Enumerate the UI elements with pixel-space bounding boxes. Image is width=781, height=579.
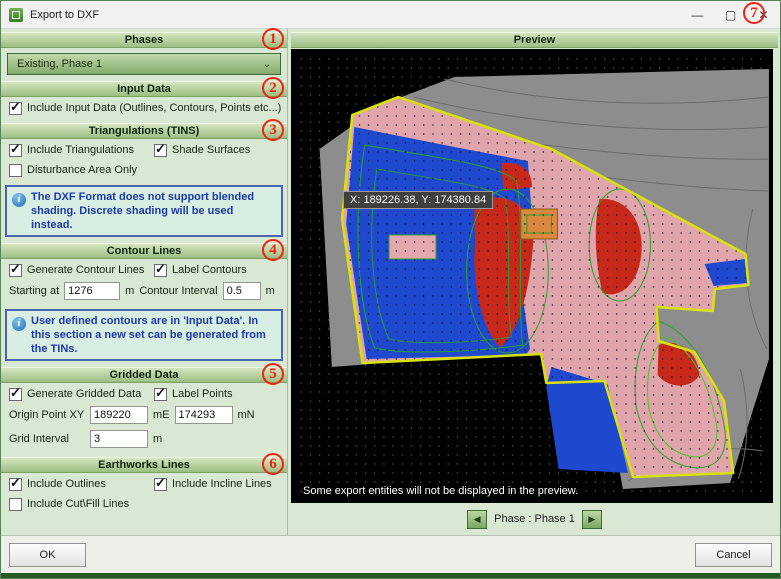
contour-interval-input[interactable]: [223, 282, 261, 300]
include-triangulations-checkbox[interactable]: [9, 144, 22, 157]
preview-panel: Preview: [289, 29, 780, 535]
phases-section-title: Phases: [125, 34, 164, 46]
annotation-3: 3: [262, 119, 284, 141]
window-controls: — ▢ ✕: [681, 1, 780, 28]
triangulations-row-2: Disturbance Area Only: [1, 159, 287, 179]
earthworks-section-header: Earthworks Lines 6: [1, 457, 287, 473]
include-cutfill-lines-checkbox[interactable]: [9, 498, 22, 511]
origin-point-row: Origin Point XY mE mN: [1, 403, 287, 427]
origin-y-input[interactable]: [175, 406, 233, 424]
label-points-checkbox[interactable]: [154, 388, 167, 401]
annotation-7: 7: [743, 2, 765, 24]
preview-note: Some export entities will not be display…: [303, 485, 578, 497]
include-input-data-checkbox[interactable]: [9, 102, 22, 115]
shading-info-box: i The DXF Format does not support blende…: [5, 185, 283, 237]
grid-interval-label: Grid Interval: [9, 432, 85, 446]
annotation-4: 4: [262, 239, 284, 261]
earthworks-section-title: Earthworks Lines: [98, 459, 190, 471]
window-bottom-edge: [1, 573, 780, 578]
contour-row-2: Starting at m Contour Interval m: [1, 279, 287, 303]
earthworks-row-2: Include Cut\Fill Lines: [1, 493, 287, 513]
phase-dropdown[interactable]: Existing, Phase 1 ⌄: [7, 53, 281, 75]
include-input-data-label: Include Input Data (Outlines, Contours, …: [27, 101, 281, 115]
origin-y-unit: mN: [238, 408, 255, 422]
coordinate-tooltip: X: 189226.38, Y: 174380.84: [343, 191, 493, 209]
annotation-1: 1: [262, 28, 284, 50]
contour-lines-section-title: Contour Lines: [107, 245, 182, 257]
include-input-data-row: Include Input Data (Outlines, Contours, …: [1, 97, 287, 117]
input-data-section-header: Input Data 2: [1, 81, 287, 97]
maximize-icon[interactable]: ▢: [714, 1, 747, 28]
prev-phase-icon[interactable]: ◀: [467, 510, 487, 529]
contours-info-box: i User defined contours are in 'Input Da…: [5, 309, 283, 361]
shading-info-text: The DXF Format does not support blended …: [31, 190, 276, 232]
app-icon: [9, 8, 23, 22]
shade-surfaces-label: Shade Surfaces: [172, 143, 250, 157]
include-triangulations-label: Include Triangulations: [27, 143, 134, 157]
minimize-icon[interactable]: —: [681, 1, 714, 28]
preview-section-title: Preview: [514, 34, 556, 46]
input-data-section-title: Input Data: [117, 83, 171, 95]
window-title: Export to DXF: [30, 9, 99, 21]
triangulations-section-header: Triangulations (TINS) 3: [1, 123, 287, 139]
preview-map[interactable]: [291, 49, 773, 503]
settings-panel: Phases 1 Existing, Phase 1 ⌄ Input Data …: [1, 29, 288, 535]
phase-navigation: ◀ Phase : Phase 1 ▶: [289, 509, 780, 529]
annotation-5: 5: [262, 363, 284, 385]
include-outlines-label: Include Outlines: [27, 477, 106, 491]
triangulations-section-title: Triangulations (TINS): [89, 125, 200, 137]
phase-nav-label: Phase : Phase 1: [494, 513, 575, 525]
gridded-data-section-header: Gridded Data 5: [1, 367, 287, 383]
titlebar: Export to DXF — ▢ ✕: [1, 1, 780, 29]
chevron-down-icon: ⌄: [263, 59, 271, 70]
contour-row-1: Generate Contour Lines Label Contours: [1, 259, 287, 279]
generate-gridded-data-checkbox[interactable]: [9, 388, 22, 401]
ok-button[interactable]: OK: [9, 543, 86, 567]
annotation-2: 2: [262, 77, 284, 99]
cancel-button[interactable]: Cancel: [695, 543, 772, 567]
contour-lines-section-header: Contour Lines 4: [1, 243, 287, 259]
export-to-dxf-dialog: Export to DXF — ▢ ✕ 7 Phases 1 Existing,…: [0, 0, 781, 579]
include-incline-lines-checkbox[interactable]: [154, 478, 167, 491]
disturbance-area-only-label: Disturbance Area Only: [27, 163, 137, 177]
next-phase-icon[interactable]: ▶: [582, 510, 602, 529]
phases-section-header: Phases 1: [1, 32, 287, 48]
grid-interval-unit: m: [153, 432, 162, 446]
starting-at-unit: m: [125, 284, 134, 298]
disturbance-area-only-checkbox[interactable]: [9, 164, 22, 177]
origin-x-input[interactable]: [90, 406, 148, 424]
include-incline-lines-label: Include Incline Lines: [172, 477, 272, 491]
info-icon: i: [12, 317, 26, 331]
preview-section-header: Preview: [291, 32, 778, 48]
preview-canvas[interactable]: X: 189226.38, Y: 174380.84 Some export e…: [291, 49, 773, 503]
contours-info-text: User defined contours are in 'Input Data…: [31, 314, 276, 356]
grid-interval-row: Grid Interval m: [1, 427, 287, 451]
phase-dropdown-value: Existing, Phase 1: [17, 58, 102, 70]
starting-at-label: Starting at: [9, 284, 59, 298]
label-points-label: Label Points: [172, 387, 233, 401]
triangulations-row-1: Include Triangulations Shade Surfaces: [1, 139, 287, 159]
origin-x-unit: mE: [153, 408, 170, 422]
include-cutfill-lines-label: Include Cut\Fill Lines: [27, 497, 129, 511]
info-icon: i: [12, 193, 26, 207]
shade-surfaces-checkbox[interactable]: [154, 144, 167, 157]
footer-bar: OK Cancel: [1, 535, 780, 573]
gridded-data-section-title: Gridded Data: [109, 369, 178, 381]
label-contours-checkbox[interactable]: [154, 264, 167, 277]
gridded-row-1: Generate Gridded Data Label Points: [1, 383, 287, 403]
label-contours-label: Label Contours: [172, 263, 247, 277]
include-outlines-checkbox[interactable]: [9, 478, 22, 491]
annotation-6: 6: [262, 453, 284, 475]
contour-interval-label: Contour Interval: [139, 284, 217, 298]
generate-contour-lines-label: Generate Contour Lines: [27, 263, 144, 277]
starting-at-input[interactable]: [64, 282, 120, 300]
generate-contour-lines-checkbox[interactable]: [9, 264, 22, 277]
generate-gridded-data-label: Generate Gridded Data: [27, 387, 141, 401]
grid-interval-input[interactable]: [90, 430, 148, 448]
origin-point-label: Origin Point XY: [9, 408, 85, 422]
contour-interval-unit: m: [266, 284, 275, 298]
earthworks-row-1: Include Outlines Include Incline Lines: [1, 473, 287, 493]
